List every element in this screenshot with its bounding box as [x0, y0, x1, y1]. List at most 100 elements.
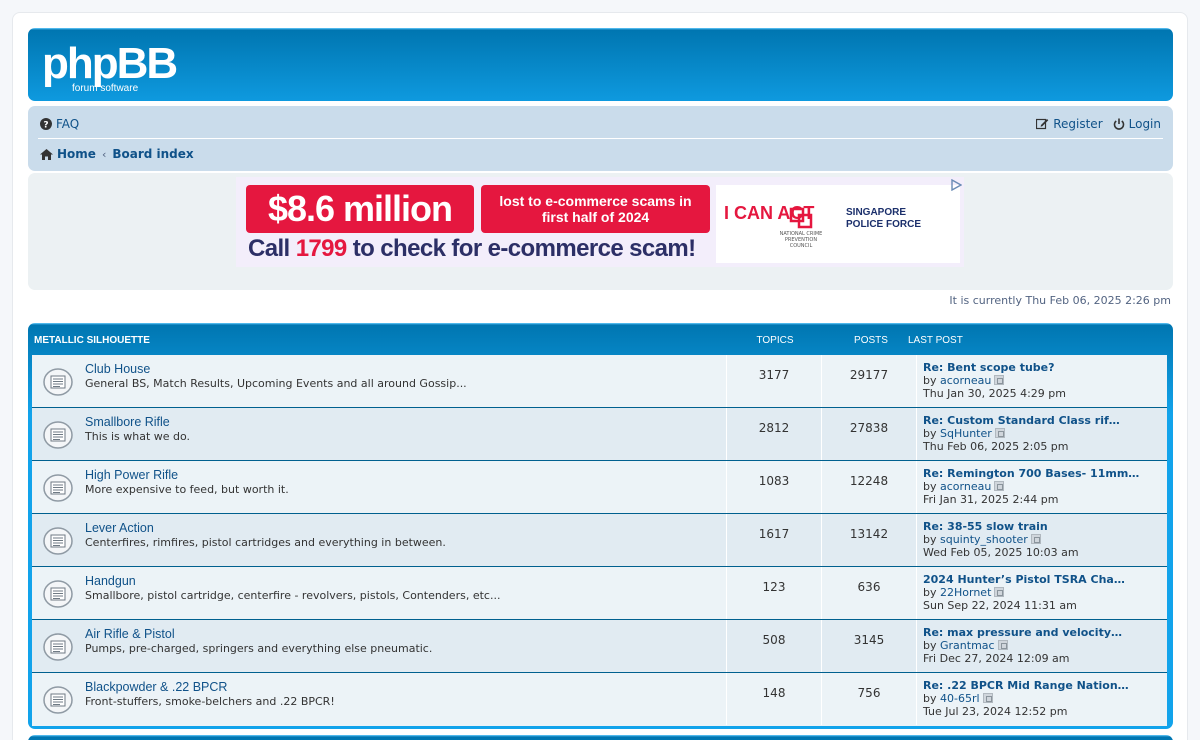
- last-post-date: Thu Jan 30, 2025 4:29 pm: [923, 387, 1066, 400]
- last-post-title-link[interactable]: Re: Custom Standard Class rif…: [923, 414, 1167, 427]
- forum-row: Club House General BS, Match Results, Up…: [32, 355, 1167, 408]
- col-last-post-header: LAST POST: [908, 335, 963, 346]
- last-post-author-link[interactable]: SqHunter: [940, 427, 992, 440]
- forum-topics-count: 1083: [726, 461, 821, 513]
- board-index-link[interactable]: Board index: [112, 147, 193, 161]
- page-wrap: phpBB forum software ? FAQ Register Logi…: [12, 12, 1188, 740]
- forum-last-post: 2024 Hunter’s Pistol TSRA Cha… by 22Horn…: [916, 567, 1167, 619]
- forum-topics-count: 508: [726, 620, 821, 672]
- forum-topics-count: 1617: [726, 514, 821, 566]
- last-post-author-line: by 22Hornet: [923, 586, 1167, 599]
- forum-title-link[interactable]: Blackpowder & .22 BPCR: [85, 680, 227, 694]
- ncpc-logo-icon: [789, 207, 813, 229]
- last-post-date: Fri Jan 31, 2025 2:44 pm: [923, 493, 1059, 506]
- ad-banner[interactable]: $8.6 million lost to e-commerce scams in…: [236, 177, 964, 267]
- forum-row: Air Rifle & Pistol Pumps, pre-charged, s…: [32, 620, 1167, 673]
- forum-posts-count: 13142: [821, 514, 916, 566]
- forum-last-post: Re: 38-55 slow train by squinty_shooter …: [916, 514, 1167, 566]
- last-post-author-link[interactable]: Grantmac: [940, 639, 995, 652]
- forum-posts-count: 636: [821, 567, 916, 619]
- site-logo[interactable]: phpBB forum software: [42, 39, 202, 96]
- svg-text:?: ?: [43, 121, 48, 131]
- navbar: ? FAQ Register Login Home ‹ Board index: [28, 106, 1173, 171]
- forum-title-link[interactable]: High Power Rifle: [85, 468, 178, 482]
- last-post-date: Sun Sep 22, 2024 11:31 am: [923, 599, 1077, 612]
- forum-title-link[interactable]: Club House: [85, 362, 150, 376]
- category-title[interactable]: METALLIC SILHOUETTE: [34, 335, 150, 346]
- col-posts-header: POSTS: [854, 335, 888, 346]
- last-post-title-link[interactable]: Re: 38-55 slow train: [923, 520, 1167, 533]
- last-post-author-link[interactable]: acorneau: [940, 374, 991, 387]
- forum-row: Lever Action Centerfires, rimfires, pist…: [32, 514, 1167, 567]
- last-post-title-link[interactable]: 2024 Hunter’s Pistol TSRA Cha…: [923, 573, 1167, 586]
- forum-row: Smallbore Rifle This is what we do. 2812…: [32, 408, 1167, 461]
- login-label: Login: [1128, 117, 1161, 131]
- forum-topics-count: 148: [726, 673, 821, 725]
- forum-description: Front-stuffers, smoke-belchers and .22 B…: [85, 695, 335, 708]
- last-post-author-line: by acorneau: [923, 480, 1167, 493]
- forum-posts-count: 756: [821, 673, 916, 725]
- forum-topics-count: 3177: [726, 355, 821, 407]
- last-post-title-link[interactable]: Re: max pressure and velocity…: [923, 626, 1167, 639]
- last-post-title-link[interactable]: Re: .22 BPCR Mid Range Nation…: [923, 679, 1167, 692]
- forum-read-icon: [43, 580, 73, 608]
- category-header: METALLIC SILHOUETTE TOPICS POSTS LAST PO…: [28, 323, 1173, 355]
- last-post-author-line: by Grantmac: [923, 639, 1167, 652]
- forum-read-icon: [43, 633, 73, 661]
- forum-title-link[interactable]: Lever Action: [85, 521, 154, 535]
- home-link[interactable]: Home: [40, 147, 96, 161]
- faq-link[interactable]: ? FAQ: [40, 117, 79, 131]
- forum-read-icon: [43, 421, 73, 449]
- last-post-author-link[interactable]: acorneau: [940, 480, 991, 493]
- last-post-author-line: by 40-65rl: [923, 692, 1167, 705]
- ad-choices-icon[interactable]: [950, 179, 962, 191]
- home-icon: [40, 148, 53, 160]
- edit-icon: [1036, 118, 1049, 130]
- forum-last-post: Re: Bent scope tube? by acorneau Thu Jan…: [916, 355, 1167, 407]
- forum-row: High Power Rifle More expensive to feed,…: [32, 461, 1167, 514]
- forum-description: Pumps, pre-charged, springers and everyt…: [85, 642, 433, 655]
- forum-last-post: Re: .22 BPCR Mid Range Nation… by 40-65r…: [916, 673, 1167, 725]
- last-post-author-line: by squinty_shooter: [923, 533, 1167, 546]
- ad-amount: $8.6 million: [246, 185, 474, 233]
- forum-last-post: Re: max pressure and velocity… by Grantm…: [916, 620, 1167, 672]
- home-label: Home: [57, 147, 96, 161]
- forum-row: Blackpowder & .22 BPCR Front-stuffers, s…: [32, 673, 1167, 726]
- view-latest-post-icon[interactable]: [994, 375, 1005, 385]
- forum-description: General BS, Match Results, Upcoming Even…: [85, 377, 467, 390]
- ad-lost-text: lost to e-commerce scams in first half o…: [481, 185, 710, 233]
- last-post-date: Thu Feb 06, 2025 2:05 pm: [923, 440, 1069, 453]
- forum-posts-count: 12248: [821, 461, 916, 513]
- view-latest-post-icon[interactable]: [997, 640, 1008, 650]
- view-latest-post-icon[interactable]: [994, 587, 1005, 597]
- ad-logos: I CAN ACT NATIONAL CRIME PREVENTION COUN…: [716, 185, 960, 263]
- register-label: Register: [1053, 117, 1103, 131]
- view-latest-post-icon[interactable]: [994, 428, 1005, 438]
- register-link[interactable]: Register: [1036, 117, 1103, 131]
- view-latest-post-icon[interactable]: [994, 481, 1005, 491]
- forum-description: Smallbore, pistol cartridge, centerfire …: [85, 589, 501, 602]
- forum-list: Club House General BS, Match Results, Up…: [32, 355, 1167, 726]
- forum-title-link[interactable]: Smallbore Rifle: [85, 415, 170, 429]
- ad-panel: $8.6 million lost to e-commerce scams in…: [28, 173, 1173, 290]
- view-latest-post-icon[interactable]: [982, 693, 993, 703]
- last-post-date: Tue Jul 23, 2024 12:52 pm: [923, 705, 1068, 718]
- forum-title-link[interactable]: Air Rifle & Pistol: [85, 627, 175, 641]
- header-bar: phpBB forum software: [28, 28, 1173, 101]
- view-latest-post-icon[interactable]: [1030, 534, 1041, 544]
- forum-title-link[interactable]: Handgun: [85, 574, 136, 588]
- forum-posts-count: 27838: [821, 408, 916, 460]
- last-post-author-link[interactable]: squinty_shooter: [940, 533, 1028, 546]
- login-link[interactable]: Login: [1113, 117, 1161, 131]
- last-post-author-link[interactable]: 40-65rl: [940, 692, 980, 705]
- last-post-title-link[interactable]: Re: Remington 700 Bases- 11mm…: [923, 467, 1167, 480]
- forum-posts-count: 29177: [821, 355, 916, 407]
- forum-topics-count: 123: [726, 567, 821, 619]
- last-post-title-link[interactable]: Re: Bent scope tube?: [923, 361, 1167, 374]
- faq-label: FAQ: [56, 117, 80, 131]
- last-post-author-link[interactable]: 22Hornet: [940, 586, 991, 599]
- last-post-author-line: by SqHunter: [923, 427, 1167, 440]
- forum-last-post: Re: Custom Standard Class rif… by SqHunt…: [916, 408, 1167, 460]
- nav-divider: [38, 138, 1163, 139]
- power-icon: [1113, 118, 1124, 130]
